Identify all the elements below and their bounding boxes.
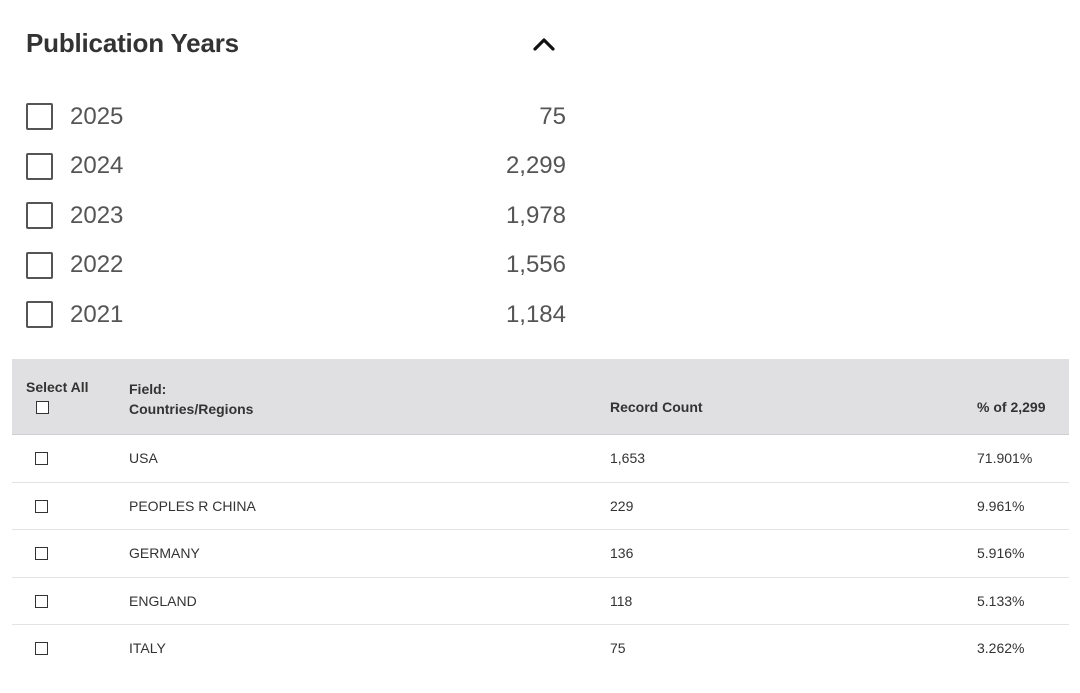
country-name: GERMANY: [129, 545, 200, 561]
facet-item-label: 2023: [70, 201, 124, 229]
facet-header: Publication Years: [26, 22, 586, 68]
select-all-checkbox[interactable]: [36, 401, 49, 414]
facet-checkbox[interactable]: [26, 202, 53, 230]
chevron-up-icon: [533, 38, 555, 51]
facet-item-2024[interactable]: 2024 2,299: [26, 142, 566, 192]
facet-item-count: 75: [539, 102, 566, 130]
table-row: ITALY 75 3.262%: [12, 625, 1069, 672]
field-label: Field:: [129, 381, 167, 397]
facet-item-count: 1,556: [505, 251, 566, 279]
row-checkbox[interactable]: [35, 642, 48, 655]
publication-years-facet: Publication Years 2025 75 2024 2,299 202…: [26, 22, 586, 329]
record-percent: 5.916%: [977, 545, 1025, 561]
facet-item-label: 2025: [70, 102, 124, 130]
record-count-header: Record Count: [610, 399, 703, 415]
percent-header: % of 2,299: [977, 399, 1046, 415]
facet-item-label: 2022: [70, 251, 124, 279]
facet-item-2022[interactable]: 2022 1,556: [26, 241, 566, 291]
select-all-label: Select All: [26, 379, 89, 395]
table-header: Select All Field: Countries/Regions Reco…: [12, 359, 1069, 435]
facet-item-count: 2,299: [505, 152, 566, 180]
facet-item-count: 1,184: [505, 300, 566, 328]
record-percent: 71.901%: [977, 450, 1033, 466]
facet-item-2025[interactable]: 2025 75: [26, 92, 566, 142]
country-name: USA: [129, 450, 158, 466]
facet-item-count: 1,978: [505, 201, 566, 229]
table-row: USA 1,653 71.901%: [12, 435, 1069, 483]
record-count: 136: [610, 545, 634, 561]
record-count: 75: [610, 640, 626, 656]
record-percent: 3.262%: [977, 640, 1025, 656]
facet-checkbox[interactable]: [26, 251, 53, 279]
facet-item-2023[interactable]: 2023 1,978: [26, 191, 566, 241]
table-row: ENGLAND 118 5.133%: [12, 578, 1069, 625]
record-count: 229: [610, 497, 634, 514]
row-checkbox[interactable]: [35, 499, 48, 513]
facet-item-2021[interactable]: 2021 1,184: [26, 290, 566, 340]
country-name: ENGLAND: [129, 592, 197, 609]
record-percent: 5.133%: [977, 592, 1025, 609]
facet-title: Publication Years: [26, 28, 239, 58]
countries-regions-table: Select All Field: Countries/Regions Reco…: [12, 359, 1069, 672]
field-column-header: Field: Countries/Regions: [129, 379, 253, 419]
facet-checkbox[interactable]: [26, 152, 53, 180]
table-row: PEOPLES R CHINA 229 9.961%: [12, 483, 1069, 530]
facet-item-label: 2024: [70, 152, 124, 180]
row-checkbox[interactable]: [35, 547, 48, 560]
country-name: PEOPLES R CHINA: [129, 497, 256, 514]
row-checkbox[interactable]: [35, 452, 48, 465]
select-all-column: Select All: [26, 379, 89, 414]
collapse-facet-button[interactable]: [526, 26, 562, 62]
facet-checkbox[interactable]: [26, 103, 53, 131]
row-checkbox[interactable]: [35, 594, 48, 608]
record-count: 1,653: [610, 450, 646, 466]
table-row: GERMANY 136 5.916%: [12, 530, 1069, 578]
facet-list: 2025 75 2024 2,299 2023 1,978 2022 1,556…: [26, 92, 566, 340]
record-count: 118: [610, 592, 633, 609]
record-percent: 9.961%: [977, 497, 1025, 514]
field-name: Countries/Regions: [129, 401, 254, 417]
facet-checkbox[interactable]: [26, 301, 53, 329]
country-name: ITALY: [129, 640, 166, 656]
facet-item-label: 2021: [70, 300, 124, 328]
